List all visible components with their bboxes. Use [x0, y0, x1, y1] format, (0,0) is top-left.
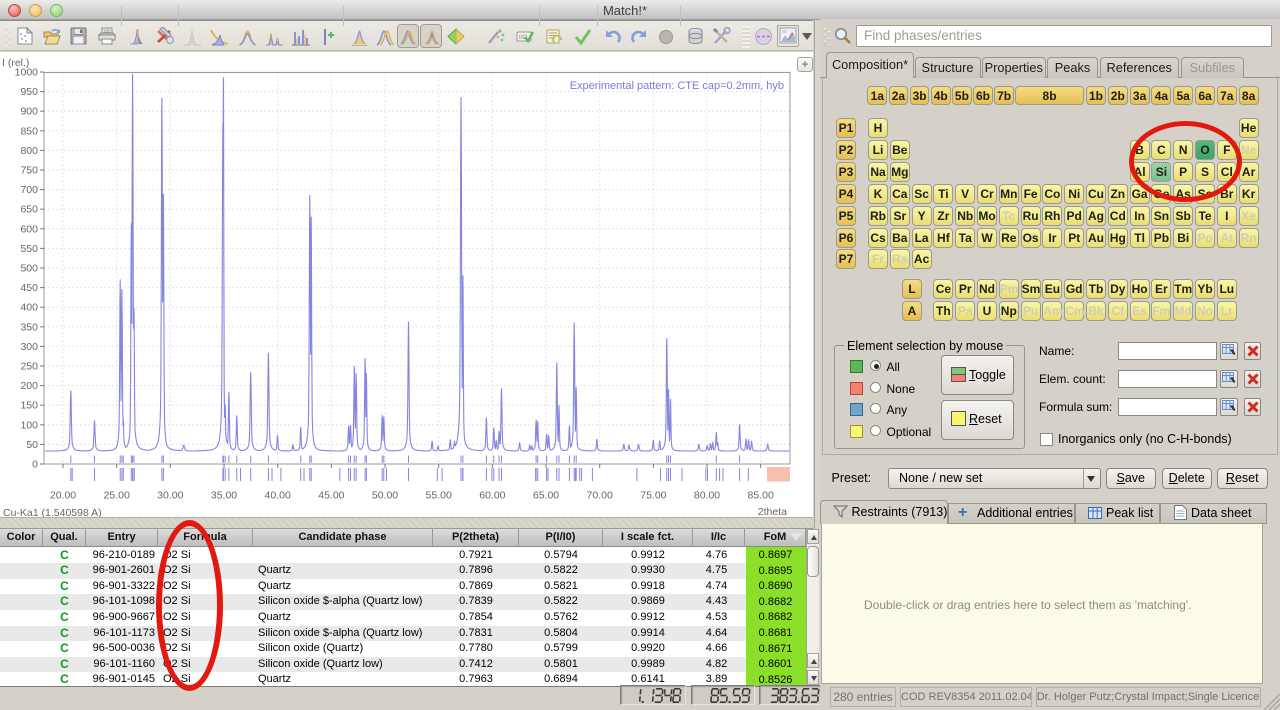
svg-text:80.00: 80.00	[694, 490, 720, 502]
svg-text:800: 800	[20, 145, 38, 157]
svg-text:50.00: 50.00	[372, 490, 398, 502]
svg-text:350: 350	[20, 321, 38, 333]
svg-text:85.00: 85.00	[748, 490, 774, 502]
svg-text:650: 650	[20, 204, 38, 216]
svg-text:550: 550	[20, 243, 38, 255]
svg-text:35.00: 35.00	[211, 490, 237, 502]
svg-text:0: 0	[32, 459, 38, 471]
svg-text:70.00: 70.00	[587, 490, 613, 502]
svg-text:I (rel.): I (rel.)	[2, 57, 29, 69]
svg-text:2theta: 2theta	[758, 506, 787, 517]
svg-text:100: 100	[20, 419, 38, 431]
svg-text:450: 450	[20, 282, 38, 294]
svg-text:Experimental pattern: CTE cap=: Experimental pattern: CTE cap=0.2mm, hyb	[570, 80, 784, 92]
svg-text:50: 50	[26, 439, 38, 451]
svg-text:750: 750	[20, 165, 38, 177]
svg-text:950: 950	[20, 86, 38, 98]
svg-text:900: 900	[20, 106, 38, 118]
svg-text:150: 150	[20, 400, 38, 412]
svg-text:45.00: 45.00	[318, 490, 344, 502]
svg-text:65.00: 65.00	[533, 490, 559, 502]
svg-text:55.00: 55.00	[426, 490, 452, 502]
svg-text:40.00: 40.00	[265, 490, 291, 502]
svg-text:25.00: 25.00	[104, 490, 130, 502]
svg-text:850: 850	[20, 125, 38, 137]
svg-text:250: 250	[20, 361, 38, 373]
svg-text:600: 600	[20, 223, 38, 235]
svg-text:500: 500	[20, 263, 38, 275]
svg-text:Cu-Ka1 (1.540598 A): Cu-Ka1 (1.540598 A)	[3, 507, 102, 517]
svg-text:75.00: 75.00	[640, 490, 666, 502]
svg-text:400: 400	[20, 302, 38, 314]
svg-text:700: 700	[20, 184, 38, 196]
svg-text:60.00: 60.00	[479, 490, 505, 502]
svg-text:30.00: 30.00	[157, 490, 183, 502]
svg-text:20.00: 20.00	[50, 490, 76, 502]
svg-text:200: 200	[20, 380, 38, 392]
svg-text:300: 300	[20, 341, 38, 353]
